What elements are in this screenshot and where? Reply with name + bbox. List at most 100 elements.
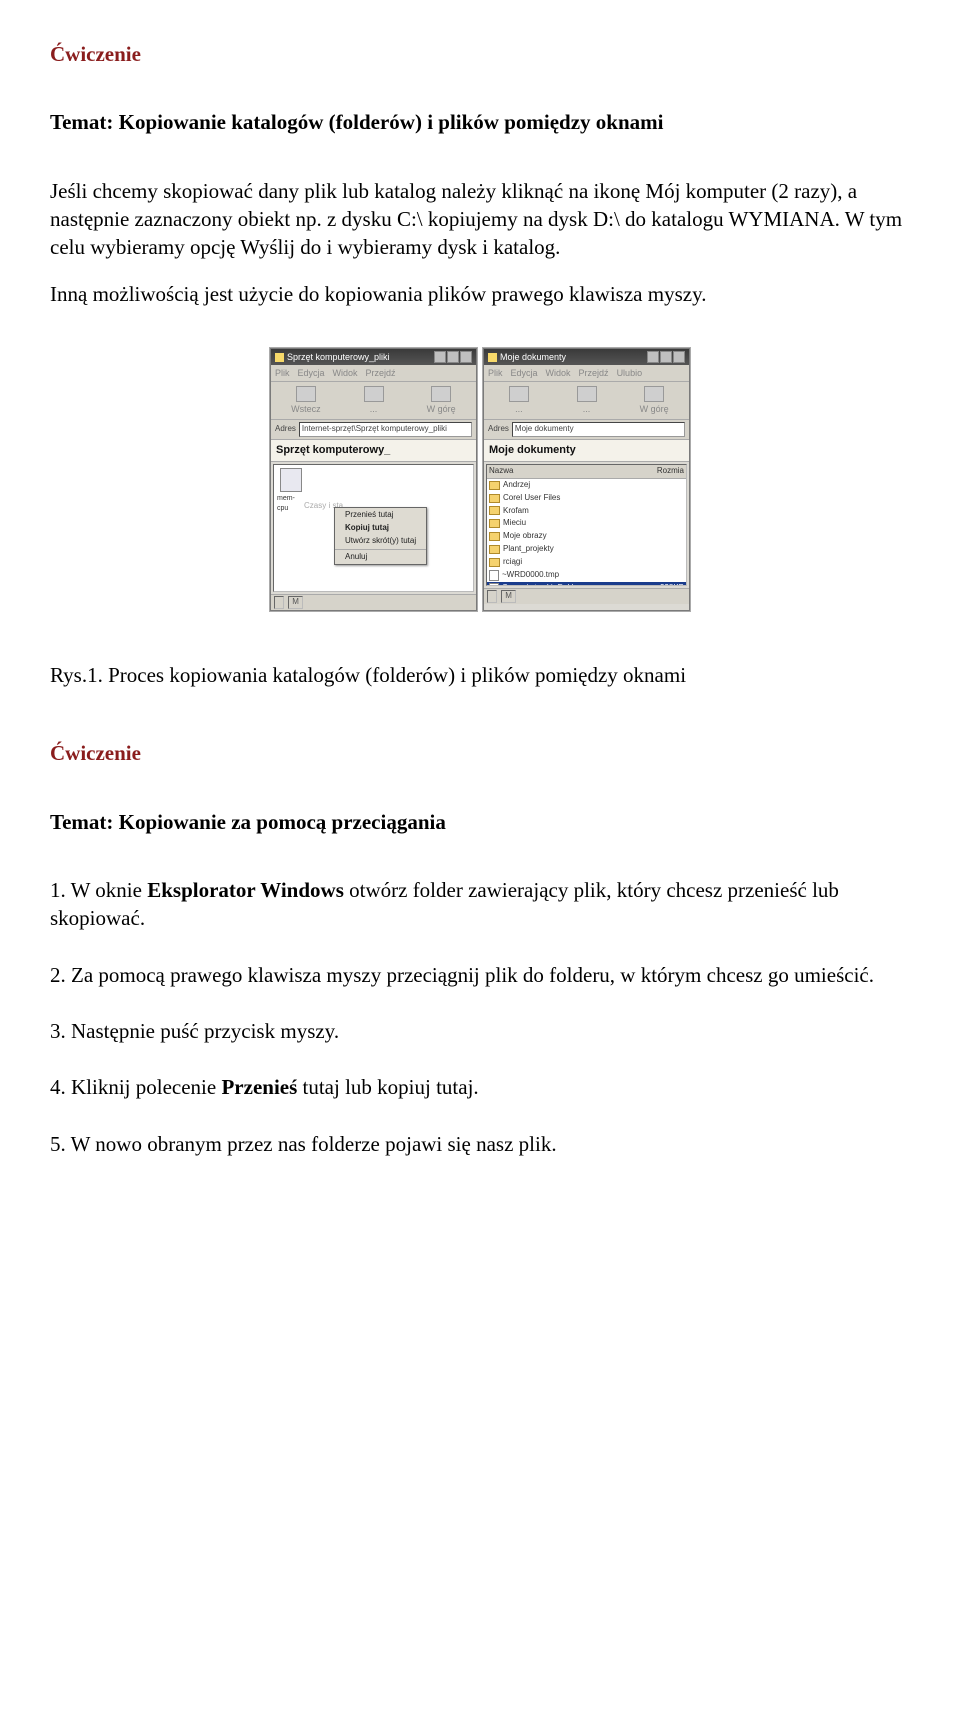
file-item[interactable]: mem-cpu <box>277 468 305 513</box>
toolbar-right: ... ... W górę <box>484 382 689 420</box>
titlebar-left: Sprzęt komputerowy_pliki <box>271 349 476 365</box>
step-1-bold: Eksplorator Windows <box>147 878 344 902</box>
address-field[interactable]: Internet-sprzęt\Sprzęt komputerowy_pliki <box>299 422 472 437</box>
step-4-pre: 4. Kliknij polecenie <box>50 1075 221 1099</box>
list-item[interactable]: Mieciu <box>487 517 686 530</box>
folder-icon <box>489 532 500 541</box>
status-cell <box>487 590 497 603</box>
window-buttons <box>434 351 472 363</box>
toolbar-left: Wstecz ... W górę <box>271 382 476 420</box>
step-1: 1. W oknie Eksplorator Windows otwórz fo… <box>50 876 910 933</box>
step-1-pre: 1. W oknie <box>50 878 147 902</box>
file-pane-left[interactable]: mem-cpu Czasy i sta... Przenieś tutaj Ko… <box>273 464 474 592</box>
window-right-title: Moje dokumenty <box>500 351 644 363</box>
window-left-title: Sprzęt komputerowy_pliki <box>287 351 431 363</box>
document-icon <box>489 583 499 587</box>
statusbar-right: M <box>484 588 689 604</box>
close-button[interactable] <box>460 351 472 363</box>
menu-item[interactable]: Edycja <box>511 367 538 379</box>
list-item[interactable]: Moje obrazy <box>487 530 686 543</box>
list-item[interactable]: Corel User Files <box>487 492 686 505</box>
list-item[interactable]: ~WRD0000.tmp <box>487 569 686 582</box>
menu-item[interactable]: Widok <box>333 367 358 379</box>
up-button[interactable]: W górę <box>623 386 685 415</box>
list-item[interactable]: Plant_projekty <box>487 543 686 556</box>
file-list: AndrzejCorel User Files KrofamMieciu Moje … <box>487 479 686 586</box>
paragraph-2: Inną możliwością jest użycie do kopiowan… <box>50 280 910 308</box>
back-button[interactable]: Wstecz <box>275 386 337 415</box>
ctx-shortcut-here[interactable]: Utwórz skrót(y) tutaj <box>335 535 426 548</box>
minimize-button[interactable] <box>647 351 659 363</box>
col-size[interactable]: Rozmia <box>657 466 684 477</box>
menu-item[interactable]: Przejdź <box>579 367 609 379</box>
item-name: Krofam <box>503 506 681 517</box>
folder-icon <box>275 353 284 362</box>
step-5: 5. W nowo obranym przez nas folderze poj… <box>50 1130 910 1158</box>
menubar-left: Plik Edycja Widok Przejdź <box>271 365 476 382</box>
back-icon <box>296 386 316 402</box>
item-name: Moje obrazy <box>503 531 681 542</box>
menu-item[interactable]: Ulubio <box>617 367 643 379</box>
minimize-button[interactable] <box>434 351 446 363</box>
item-name: Mieciu <box>503 518 681 529</box>
address-field[interactable]: Moje dokumenty <box>512 422 685 437</box>
status-cell <box>274 596 284 609</box>
topic-2: Temat: Kopiowanie za pomocą przeciągania <box>50 808 910 836</box>
forward-button[interactable]: ... <box>343 386 405 415</box>
back-label: Wstecz <box>291 403 321 415</box>
paragraph-1: Jeśli chcemy skopiować dany plik lub kat… <box>50 177 910 262</box>
col-name[interactable]: Nazwa <box>489 466 651 477</box>
list-item[interactable]: Krofam <box>487 505 686 518</box>
menu-item[interactable]: Plik <box>488 367 503 379</box>
document-icon <box>280 468 302 492</box>
maximize-button[interactable] <box>447 351 459 363</box>
ctx-cancel[interactable]: Anuluj <box>335 551 426 564</box>
menu-item[interactable]: Plik <box>275 367 290 379</box>
addressbar-right: Adres Moje dokumenty <box>484 420 689 440</box>
up-icon <box>644 386 664 402</box>
forward-button[interactable]: ... <box>556 386 618 415</box>
status-cell: M <box>501 590 516 603</box>
forward-label: ... <box>583 403 591 415</box>
document-icon <box>489 570 499 581</box>
file-label: mem-cpu <box>277 494 305 513</box>
figure-caption-1: Rys.1. Proces kopiowania katalogów (fold… <box>50 661 910 689</box>
list-item[interactable]: Andrzej <box>487 479 686 492</box>
back-label: ... <box>515 403 523 415</box>
menu-item[interactable]: Edycja <box>298 367 325 379</box>
ctx-separator <box>335 549 426 550</box>
folder-icon <box>488 353 497 362</box>
step-2: 2. Za pomocą prawego klawisza myszy prze… <box>50 961 910 989</box>
folder-icon <box>489 494 500 503</box>
menu-item[interactable]: Przejdź <box>366 367 396 379</box>
close-button[interactable] <box>673 351 685 363</box>
window-right: Moje dokumenty Plik Edycja Widok Przejdź… <box>483 348 690 611</box>
item-name: Czasy i stawki -Dukla <box>502 583 657 587</box>
up-label: W górę <box>427 403 456 415</box>
forward-icon <box>364 386 384 402</box>
ctx-move-here[interactable]: Przenieś tutaj <box>335 509 426 522</box>
up-button[interactable]: W górę <box>410 386 472 415</box>
file-pane-right[interactable]: Nazwa Rozmia AndrzejCorel User Files Krof… <box>486 464 687 586</box>
list-item[interactable]: Czasy i stawki -Dukla338KB <box>487 582 686 587</box>
forward-label: ... <box>370 403 378 415</box>
menu-item[interactable]: Widok <box>546 367 571 379</box>
addressbar-left: Adres Internet-sprzęt\Sprzęt komputerowy… <box>271 420 476 440</box>
back-button[interactable]: ... <box>488 386 550 415</box>
ctx-copy-here[interactable]: Kopiuj tutaj <box>335 522 426 535</box>
exercise-heading-2: Ćwiczenie <box>50 739 910 767</box>
folder-icon <box>489 506 500 515</box>
folder-icon <box>489 519 500 528</box>
maximize-button[interactable] <box>660 351 672 363</box>
item-name: Corel User Files <box>503 493 681 504</box>
back-icon <box>509 386 529 402</box>
list-item[interactable]: rciągi <box>487 556 686 569</box>
exercise-heading-1: Ćwiczenie <box>50 40 910 68</box>
band-title-right: Moje dokumenty <box>484 440 689 462</box>
up-icon <box>431 386 451 402</box>
address-label: Adres <box>275 424 296 435</box>
item-size: 338KB <box>660 583 684 587</box>
forward-icon <box>577 386 597 402</box>
address-label: Adres <box>488 424 509 435</box>
folder-icon <box>489 481 500 490</box>
